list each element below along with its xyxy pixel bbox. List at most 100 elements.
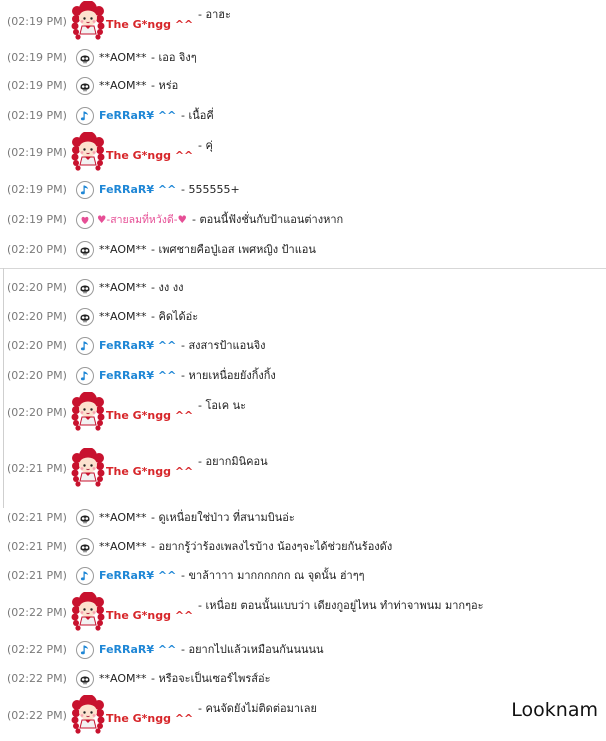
message-text: - เนื้อคี่ xyxy=(181,109,214,122)
username: **AOM** xyxy=(99,79,147,92)
username: **AOM** xyxy=(99,243,147,256)
message-text: - อยากไปแล้วเหมือนกันนนนน xyxy=(181,643,324,656)
timestamp: (02:21 PM) xyxy=(7,569,67,582)
username: The G*ngg ^^ xyxy=(106,712,194,725)
message-text: - ขาล้าาาา มากกกกกก ณ จุดนั้น ฮ่าๆๆ xyxy=(181,569,365,582)
message-text: - 555555+ xyxy=(181,183,240,196)
username: FeRRaR¥ ^^ xyxy=(99,369,177,382)
skull-avatar-icon xyxy=(76,279,94,297)
username: **AOM** xyxy=(99,511,147,524)
skull-avatar-icon xyxy=(76,670,94,688)
message-text: - หร่อ xyxy=(151,79,179,92)
timestamp: (02:21 PM) xyxy=(7,462,67,475)
username: **AOM** xyxy=(99,672,147,685)
message-text: - เออ จิงๆ xyxy=(151,51,197,64)
chat-message: (02:21 PM) The G*ngg ^^ - อยากมินิคอน xyxy=(0,447,606,491)
username: **AOM** xyxy=(99,281,147,294)
chat-message: (02:22 PM) **AOM** - หรือจะเป็นเซอร์ไพรส์อ… xyxy=(0,664,606,694)
username: FeRRaR¥ ^^ xyxy=(99,569,177,582)
chat-message: (02:20 PM) **AOM** - คิดได้อ่ะ xyxy=(0,302,606,332)
skull-avatar-icon xyxy=(76,308,94,326)
chat-message: (02:20 PM) **AOM** - งง งง xyxy=(0,273,606,303)
chat-message: (02:21 PM) **AOM** - อยากรู้ว่าร้องเพลงไรบ… xyxy=(0,532,606,562)
username: The G*ngg ^^ xyxy=(106,465,194,478)
chat-message: (02:20 PM) FeRRaR¥ ^^ - สงสารป้าแอนจิง xyxy=(0,331,606,361)
timestamp: (02:19 PM) xyxy=(7,146,67,159)
skull-avatar-icon xyxy=(76,241,94,259)
chat-message: (02:19 PM) The G*ngg ^^ - อาฮะ xyxy=(0,0,606,44)
chat-message: (02:19 PM) FeRRaR¥ ^^ - 555555+ xyxy=(0,175,606,205)
chat-message: (02:19 PM) ♥-สายลมที่หวังดี-♥ - ตอนนี้ฟังช… xyxy=(0,205,606,235)
timestamp: (02:22 PM) xyxy=(7,606,67,619)
chat-message: (02:19 PM) **AOM** - หร่อ xyxy=(0,71,606,101)
username: The G*ngg ^^ xyxy=(106,409,194,422)
watermark: Looknam xyxy=(511,699,598,721)
chat-message: (02:21 PM) **AOM** - ดูเหนื่อยใช่ป่าว ที่ส… xyxy=(0,503,606,533)
music-note-avatar-icon xyxy=(76,107,94,125)
timestamp: (02:20 PM) xyxy=(7,281,67,294)
message-text: - สงสารป้าแอนจิง xyxy=(181,339,266,352)
chat-message: (02:22 PM) The G*ngg ^^ - เหนื่อย ตอนนั้นแ… xyxy=(0,591,606,635)
music-note-avatar-icon xyxy=(76,567,94,585)
message-text: - หรือจะเป็นเซอร์ไพรส์อ่ะ xyxy=(151,672,271,685)
username: The G*ngg ^^ xyxy=(106,609,194,622)
chat-message: (02:20 PM) The G*ngg ^^ - โอเค นะ xyxy=(0,391,606,435)
timestamp: (02:21 PM) xyxy=(7,540,67,553)
username: FeRRaR¥ ^^ xyxy=(99,109,177,122)
username: FeRRaR¥ ^^ xyxy=(99,339,177,352)
timestamp: (02:20 PM) xyxy=(7,310,67,323)
chat-message: (02:22 PM) FeRRaR¥ ^^ - อยากไปแล้วเหมือนกั… xyxy=(0,635,606,665)
message-text: - ดูเหนื่อยใช่ป่าว ที่สนามบินอ่ะ xyxy=(151,511,295,524)
timestamp: (02:22 PM) xyxy=(7,643,67,656)
message-text: - เพศชายคือปู่เอส เพศหญิง ป้าแอน xyxy=(151,243,316,256)
chat-message: (02:21 PM) FeRRaR¥ ^^ - ขาล้าาาา มากกกกกก … xyxy=(0,561,606,591)
message-text: - คิดได้อ่ะ xyxy=(151,310,199,323)
timestamp: (02:19 PM) xyxy=(7,109,67,122)
divider xyxy=(0,268,606,269)
timestamp: (02:20 PM) xyxy=(7,243,67,256)
chat-message: (02:19 PM) FeRRaR¥ ^^ - เนื้อคี่ xyxy=(0,101,606,131)
message-text: - งง งง xyxy=(151,281,184,294)
message-text: - คุ่ xyxy=(198,139,213,152)
chat-message: (02:19 PM) **AOM** - เออ จิงๆ xyxy=(0,43,606,73)
message-text: - อยากรู้ว่าร้องเพลงไรบ้าง น้องๆจะได้ช่ว… xyxy=(151,540,393,553)
red-hair-girl-avatar-icon xyxy=(71,447,105,489)
username: **AOM** xyxy=(99,540,147,553)
red-hair-girl-avatar-icon xyxy=(71,591,105,633)
username: FeRRaR¥ ^^ xyxy=(99,183,177,196)
skull-avatar-icon xyxy=(76,77,94,95)
music-note-avatar-icon xyxy=(76,181,94,199)
chat-log: (02:19 PM) The G*ngg ^^ - อาฮะ (02:19 PM) **… xyxy=(0,0,606,734)
message-text: - คนจัดยังไม่ติดต่อมาเลย xyxy=(198,702,317,715)
message-text: - เหนื่อย ตอนนั้นแบบว่า เดียงกูอยู่ไหน ท… xyxy=(198,599,484,612)
timestamp: (02:22 PM) xyxy=(7,709,67,722)
timestamp: (02:19 PM) xyxy=(7,51,67,64)
username: The G*ngg ^^ xyxy=(106,18,194,31)
timestamp: (02:19 PM) xyxy=(7,79,67,92)
timestamp: (02:22 PM) xyxy=(7,672,67,685)
username: ♥-สายลมที่หวังดี-♥ xyxy=(97,214,187,226)
heart-avatar-icon xyxy=(76,211,94,229)
skull-avatar-icon xyxy=(76,509,94,527)
music-note-avatar-icon xyxy=(76,337,94,355)
red-hair-girl-avatar-icon xyxy=(71,694,105,736)
skull-avatar-icon xyxy=(76,538,94,556)
timestamp: (02:21 PM) xyxy=(7,511,67,524)
timestamp: (02:20 PM) xyxy=(7,369,67,382)
timestamp: (02:19 PM) xyxy=(7,15,67,28)
red-hair-girl-avatar-icon xyxy=(71,0,105,42)
timestamp: (02:19 PM) xyxy=(7,213,67,226)
message-text: - อาฮะ xyxy=(198,8,231,21)
music-note-avatar-icon xyxy=(76,641,94,659)
message-text: - หายเหนื่อยยังกิ้งกิ้ง xyxy=(181,369,276,382)
chat-message: (02:20 PM) **AOM** - เพศชายคือปู่เอส เพศหญ… xyxy=(0,235,606,265)
timestamp: (02:20 PM) xyxy=(7,339,67,352)
red-hair-girl-avatar-icon xyxy=(71,131,105,173)
red-hair-girl-avatar-icon xyxy=(71,391,105,433)
message-text: - โอเค นะ xyxy=(198,399,247,412)
username: **AOM** xyxy=(99,51,147,64)
skull-avatar-icon xyxy=(76,49,94,67)
chat-message: (02:19 PM) The G*ngg ^^ - คุ่ xyxy=(0,131,606,175)
message-text: - อยากมินิคอน xyxy=(198,455,268,468)
username: FeRRaR¥ ^^ xyxy=(99,643,177,656)
